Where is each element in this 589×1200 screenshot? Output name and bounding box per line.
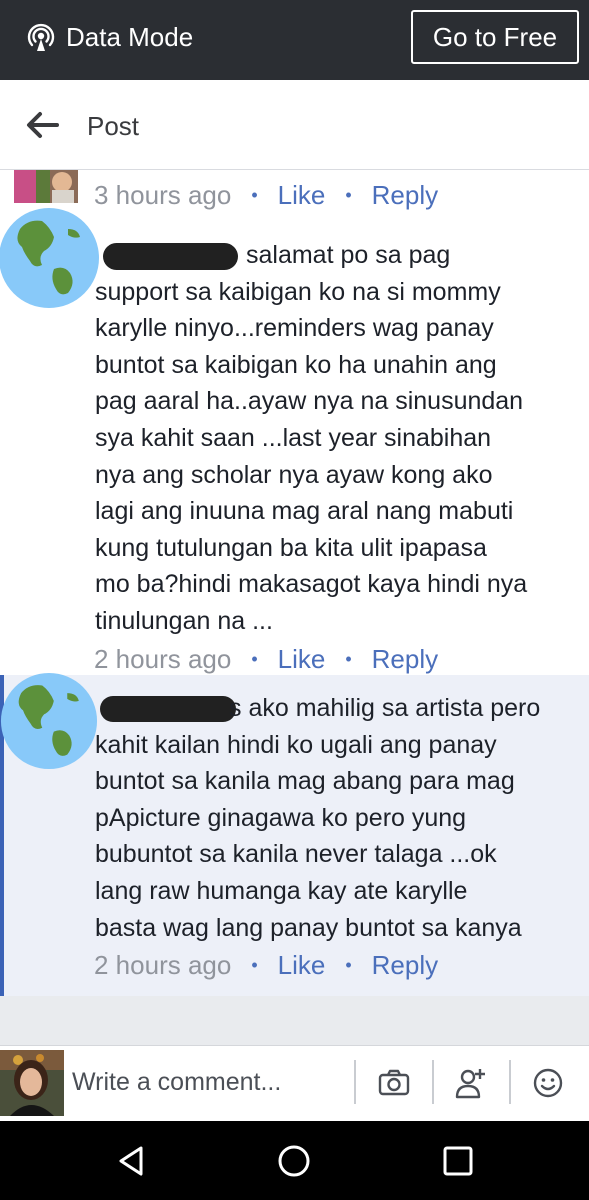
comment-line: sya kahit saan ...last year sinabihan [95,423,492,452]
separator-dot: • [345,185,352,205]
post-header: Post [0,80,589,170]
avatar[interactable] [0,1050,64,1116]
separator-dot: • [251,185,258,205]
globe-icon[interactable] [0,207,100,309]
like-link[interactable]: Like [278,950,326,981]
separator-dot: • [345,649,352,669]
avatar[interactable] [14,170,78,203]
go-to-free-button[interactable]: Go to Free [411,10,579,64]
broadcast-icon [27,23,55,51]
comment-line: lang raw humanga kay ate karylle [95,876,468,905]
camera-icon[interactable] [377,1066,411,1100]
page-title: Post [87,111,140,141]
smiley-icon[interactable] [531,1066,565,1100]
comment-time: 2 hours ago [94,950,232,980]
reply-link[interactable]: Reply [372,180,438,211]
comment-body: s ako mahilig sa artista pero kahit kail… [95,690,585,946]
comment-line: kung tutulungan ba kita ulit ipapasa [95,533,487,562]
data-mode-label: Data Mode [66,22,194,52]
feed-footer-spacer [0,996,589,1045]
system-nav-bar [0,1121,589,1200]
comment-input[interactable]: Write a comment... [72,1068,281,1097]
comment-line: s ako mahilig sa artista pero [229,694,541,722]
data-mode-bar: Data Mode Go to Free [0,0,589,80]
comment-line: pApicture ginagawa ko pero yung [95,803,467,832]
comment-body: salamat po sa pag support sa kaibigan ko… [95,237,585,640]
data-mode-indicator[interactable]: Data Mode [26,22,193,53]
comment-line: support sa kaibigan ko na si mommy [95,277,501,306]
comment-time: 2 hours ago [94,644,232,674]
comment-line: lagi ang inuuna mag aral nang mabuti [95,497,514,526]
comment-meta: 2 hours ago • Like • Reply [94,950,438,981]
reply-link[interactable]: Reply [372,950,438,981]
comment-composer: Write a comment... [0,1045,589,1121]
comment-line: nya ang scholar nya ayaw kong ako [95,460,493,489]
comment-time: 3 hours ago [94,180,232,210]
comment-line: bubuntot sa kanila never talaga ...ok [95,840,497,869]
reply-link[interactable]: Reply [372,644,438,675]
comment-line: salamat po sa pag [246,241,451,269]
add-friend-icon[interactable] [454,1066,488,1100]
nav-recents-icon[interactable] [440,1143,476,1179]
separator-dot: • [251,955,258,975]
separator-dot: • [345,955,352,975]
comment-line: basta wag lang panay buntot sa kanya [95,913,522,942]
divider [432,1060,434,1104]
comment-line: buntot sa kanila mag abang para mag [95,767,515,796]
nav-back-icon[interactable] [114,1143,150,1179]
comment-meta: 2 hours ago • Like • Reply [94,644,438,675]
comments-feed[interactable]: 3 hours ago • Like • Reply salamat po sa… [0,170,589,1045]
comment-line: tinulungan na ... [95,606,273,635]
comment-meta: 3 hours ago • Like • Reply [94,180,438,211]
divider [354,1060,356,1104]
comment-line: pag aaral ha..ayaw nya na sinusundan [95,387,524,416]
comment-line: buntot sa kaibigan ko ha unahin ang [95,350,497,379]
like-link[interactable]: Like [278,180,326,211]
back-arrow-icon[interactable] [24,110,60,140]
globe-icon[interactable] [0,672,98,770]
separator-dot: • [251,649,258,669]
comment-line: kahit kailan hindi ko ugali ang panay [95,730,497,759]
comment-line: mo ba?hindi makasagot kaya hindi nya [95,570,528,599]
nav-home-icon[interactable] [276,1143,312,1179]
comment-line: karylle ninyo...reminders wag panay [95,314,494,343]
divider [509,1060,511,1104]
like-link[interactable]: Like [278,644,326,675]
